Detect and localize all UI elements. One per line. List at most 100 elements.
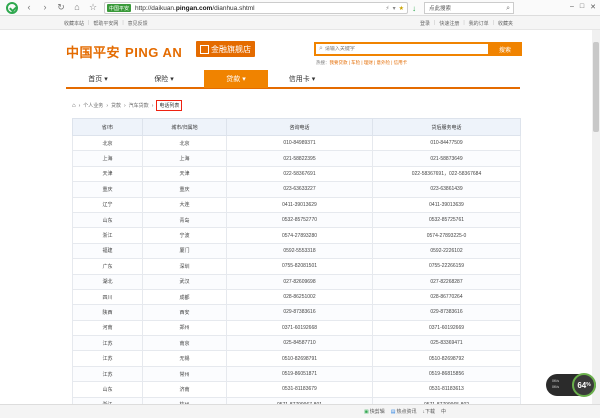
cell-city: 无锡: [142, 350, 227, 367]
cell-city: 西安: [142, 304, 227, 321]
cell-service-phone: 022-58367691，022-58367684: [372, 165, 521, 183]
close-icon[interactable]: ✕: [590, 3, 596, 11]
pingan-logo[interactable]: 中国平安 PING AN: [66, 42, 182, 61]
table-row: 上海 上海 021-58822395 021-58873649: [72, 150, 521, 167]
breadcrumb-item[interactable]: 汽车贷款: [129, 102, 149, 109]
cell-province: 浙江: [72, 227, 143, 244]
cell-service-phone: 021-58873649: [372, 150, 521, 167]
cell-city: 郑州: [142, 319, 227, 337]
scroll-thumb[interactable]: [593, 42, 599, 132]
home-icon[interactable]: ⌂: [72, 2, 82, 14]
download-speed: 0K/s: [552, 385, 560, 389]
bookmark-star-icon[interactable]: ☆: [88, 2, 98, 14]
site-search-input[interactable]: [324, 46, 475, 52]
breadcrumb-item[interactable]: 贷款: [111, 102, 121, 109]
store-badge[interactable]: 金融旗舰店: [196, 41, 255, 57]
favorites-link[interactable]: 收藏夹: [498, 20, 513, 27]
nav-credit-card[interactable]: 信用卡 ▾: [270, 70, 334, 88]
hot-search-words[interactable]: 热搜：我要贷款 | 车险 | 理财 | 意外险 | 信用卡: [316, 60, 407, 66]
cell-service-phone: 010-84477509: [372, 134, 521, 152]
breadcrumb-current: 电话列表: [156, 100, 183, 111]
cell-city: 重庆: [142, 181, 227, 198]
site-verified-badge: 中国平安: [107, 4, 132, 12]
download-icon[interactable]: ↓: [412, 4, 416, 13]
my-orders-link[interactable]: 我的订单: [469, 20, 489, 27]
nav-insurance[interactable]: 保险 ▾: [132, 70, 196, 88]
table-row: 四川 成都 028-86251002 028-86770264: [72, 288, 521, 306]
favorite-icon[interactable]: ★: [399, 5, 404, 12]
cell-city: 上海: [142, 150, 227, 167]
cell-consult-phone: 027-82609698: [226, 273, 373, 290]
cell-consult-phone: 0510-82698791: [226, 350, 373, 367]
register-link[interactable]: 快速注册: [439, 20, 459, 27]
refresh-icon[interactable]: ↻: [56, 2, 66, 14]
browser-logo-icon[interactable]: [6, 1, 18, 14]
network-speed-widget[interactable]: 0K/s 0K/s 64%: [546, 373, 596, 397]
cell-service-phone: 0592-2226102: [372, 242, 521, 260]
maximize-icon[interactable]: □: [580, 3, 584, 11]
table-row: 广东 深圳 0755-82081501 0755-22266159: [72, 258, 521, 275]
header-consult-phone: 咨询电话: [226, 118, 373, 136]
cell-city: 北京: [142, 134, 227, 152]
cell-province: 陕西: [72, 304, 143, 321]
cell-province: 天津: [72, 165, 143, 183]
forward-icon[interactable]: ›: [40, 2, 50, 14]
cell-consult-phone: 021-58822395: [226, 150, 373, 167]
minimize-icon[interactable]: –: [570, 3, 574, 11]
cell-consult-phone: 0574-27893280: [226, 227, 373, 244]
nav-home[interactable]: 首页 ▾: [66, 70, 130, 88]
page-scrollbar[interactable]: [592, 30, 600, 404]
dropdown-icon[interactable]: ▾: [393, 5, 396, 12]
header-province: 省/市: [72, 118, 143, 136]
cell-consult-phone: 028-86251002: [226, 288, 373, 306]
cell-province: 湖北: [72, 273, 143, 290]
login-link[interactable]: 登录: [420, 20, 430, 27]
nav-loans[interactable]: 贷款 ▾: [204, 70, 268, 88]
breadcrumb: ⌂ › 个人业务 › 贷款 › 汽车贷款 › 电话列表: [72, 100, 183, 111]
lightning-icon[interactable]: ⚡: [385, 5, 389, 12]
status-clip[interactable]: ▣ 快剪辑: [364, 408, 385, 416]
table-row: 福建 厦门 0592-5553318 0592-2226102: [72, 242, 521, 260]
cell-service-phone: 025-83369471: [372, 335, 521, 352]
cell-service-phone: 0519-86815856: [372, 365, 521, 383]
cell-service-phone: 028-86770264: [372, 288, 521, 306]
back-icon[interactable]: ‹: [24, 2, 34, 14]
util-link-feedback[interactable]: 意见反馈: [128, 20, 148, 27]
table-row: 江苏 常州 0519-86051871 0519-86815856: [72, 365, 521, 383]
memory-usage-badge[interactable]: 64%: [572, 373, 596, 397]
util-link-favorite[interactable]: 收藏本站: [64, 20, 84, 27]
cell-province: 山东: [72, 211, 143, 229]
site-search-button[interactable]: 搜索: [488, 42, 522, 56]
table-row: 山东 青岛 0532-85752770 0532-85725761: [72, 211, 521, 229]
browser-search-placeholder: 点此搜索: [429, 6, 452, 12]
status-download[interactable]: ↓下载: [423, 408, 436, 415]
browser-search-box[interactable]: 点此搜索 ⌕: [424, 2, 514, 14]
search-icon[interactable]: ⌕: [506, 5, 510, 13]
breadcrumb-item[interactable]: 个人业务: [83, 102, 103, 109]
table-row: 河南 郑州 0371-60192668 0371-60192669: [72, 319, 521, 337]
site-search-box: ⌕ 搜索: [314, 42, 522, 56]
cell-city: 宁波: [142, 227, 227, 244]
url-text[interactable]: http://daikuan.pingan.com/dianhua.shtml: [135, 5, 255, 12]
table-row: 陕西 西安 029-87383616 029-87383616: [72, 304, 521, 321]
cell-service-phone: 0510-82698792: [372, 350, 521, 367]
phone-list-table: 省/市 城市/归属地 咨询电话 贷后服务电话 北京 北京 010-84989371 0…: [72, 118, 521, 414]
top-utility-bar: 收藏本站 | 帮助平安网 | 意见反馈 登录 | 快速注册 | 我的订单 | 收…: [0, 16, 600, 30]
home-icon[interactable]: ⌂: [72, 103, 76, 109]
cell-service-phone: 0755-22266159: [372, 258, 521, 275]
cell-consult-phone: 023-63633227: [226, 181, 373, 198]
cell-province: 江苏: [72, 335, 143, 352]
table-row: 辽宁 大连 0411-39013629 0411-39013639: [72, 196, 521, 213]
cell-consult-phone: 0371-60192668: [226, 319, 373, 337]
cell-city: 济南: [142, 381, 227, 398]
address-bar[interactable]: 中国平安 http://daikuan.pingan.com/dianhua.s…: [104, 2, 408, 14]
main-nav: 首页 ▾ 保险 ▾ 贷款 ▾ 信用卡 ▾: [66, 70, 520, 89]
cell-city: 常州: [142, 365, 227, 383]
cell-consult-phone: 0755-82081501: [226, 258, 373, 275]
status-news[interactable]: ▤ 热点资讯: [391, 408, 417, 416]
util-link-help[interactable]: 帮助平安网: [93, 20, 118, 27]
cell-service-phone: 023-63861439: [372, 181, 521, 198]
cell-province: 江苏: [72, 365, 143, 383]
status-input-method[interactable]: 中: [441, 408, 446, 415]
cell-city: 厦门: [142, 242, 227, 260]
